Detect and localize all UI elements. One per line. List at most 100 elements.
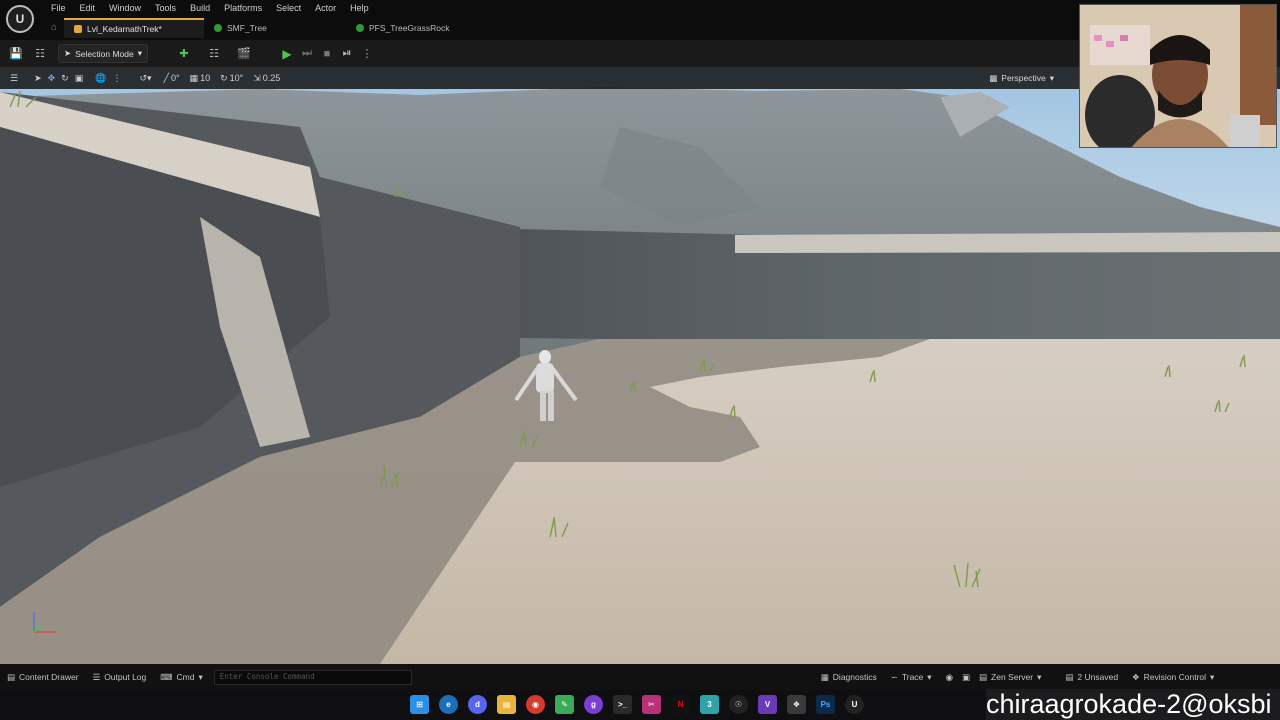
scale-snap[interactable]: ⇲ 0.25 [253, 73, 280, 84]
server-icon: ▤ [979, 671, 988, 682]
chevron-down-icon: ▾ [198, 671, 203, 682]
grid-snap[interactable]: ▦ 10 [190, 73, 211, 84]
tab-label: PFS_TreeGrassRock [369, 22, 450, 33]
revision-control-icon: ❖ [1132, 671, 1140, 682]
menu-help[interactable]: Help [343, 2, 376, 14]
windows-start-icon[interactable]: ⊞ [410, 695, 429, 714]
angle-snap[interactable]: ↻ 10° [220, 73, 243, 84]
chevron-down-icon: ▾ [137, 48, 142, 58]
scale-snap-icon: ⇲ [253, 72, 261, 83]
chevron-down-icon: ▾ [1037, 671, 1042, 682]
output-log-button[interactable]: ☰ Output Log [86, 672, 154, 683]
revision-control-label: Revision Control [1143, 672, 1207, 682]
add-actor-icon[interactable]: ✚ [176, 46, 192, 62]
trace-label: Trace [901, 672, 924, 682]
viewport-options-icon[interactable]: ☰ [10, 73, 18, 84]
mode-label: Selection Mode [75, 48, 134, 59]
camera-icon: ▩ [989, 72, 998, 83]
screenshot-icon[interactable]: ▣ [960, 672, 972, 683]
github-icon[interactable]: g [584, 695, 603, 714]
snipping-tool-icon[interactable]: ✂ [642, 695, 661, 714]
rotation-snap-icon: ╱ [163, 72, 169, 83]
console-input[interactable]: Enter Console Command [213, 669, 412, 685]
davinci-icon[interactable]: ❖ [787, 695, 806, 714]
tab-pfs-treegrassrock[interactable]: PFS_TreeGrassRock [346, 18, 516, 38]
rotate-tool-icon[interactable]: ↻ [61, 73, 69, 84]
selection-mode-dropdown[interactable]: ➤ Selection Mode ▾ [58, 44, 148, 63]
tab-smf-tree[interactable]: SMF_Tree [204, 18, 346, 38]
perspective-dropdown[interactable]: ▩ Perspective ▾ [983, 70, 1060, 86]
translate-tool-icon[interactable]: ✥ [48, 73, 56, 84]
file-explorer-icon[interactable]: ▤ [497, 695, 516, 714]
visual-studio-icon[interactable]: V [758, 695, 777, 714]
watermark-text: chiraagrokade-2@oksbi [986, 689, 1280, 720]
discord-icon[interactable]: d [468, 695, 487, 714]
tab-level[interactable]: Lvl_KedarnathTrek* [64, 17, 204, 38]
menu-build[interactable]: Build [183, 2, 217, 14]
obs-icon[interactable]: ☉ [729, 695, 748, 714]
diagnostics-label: Diagnostics [832, 672, 877, 682]
foliage-icon [356, 23, 364, 32]
menu-file[interactable]: File [44, 2, 73, 14]
rotation-snap[interactable]: ╱ 0° [164, 73, 180, 84]
foliage-icon [214, 23, 222, 32]
photoshop-icon[interactable]: Ps [816, 695, 835, 714]
document-tabs: ⌂ Lvl_KedarnathTrek* SMF_Tree PFS_TreeGr… [44, 17, 516, 38]
menu-edit[interactable]: Edit [73, 2, 103, 14]
zen-server-dropdown[interactable]: ▤ Zen Server ▾ [972, 672, 1048, 683]
zen-server-label: Zen Server [991, 672, 1034, 682]
menu-tools[interactable]: Tools [148, 2, 183, 14]
terminal-icon[interactable]: >_ [613, 695, 632, 714]
diagnostics-button[interactable]: ▦ Diagnostics [814, 672, 884, 683]
more-options-icon[interactable]: ⋮ [360, 47, 374, 60]
content-drawer-label: Content Drawer [19, 672, 79, 682]
unsaved-label: 2 Unsaved [1077, 672, 1119, 682]
play-icon[interactable]: ▶ [280, 47, 294, 61]
cinematics-icon[interactable]: 🎬 [236, 46, 252, 62]
output-log-label: Output Log [104, 672, 147, 682]
menu-bar: File Edit Window Tools Build Platforms S… [44, 2, 376, 14]
level-icon [74, 24, 82, 33]
notepad-icon[interactable]: ✎ [555, 695, 574, 714]
log-icon: ☰ [92, 671, 101, 682]
trace-icon: ∽ [890, 671, 898, 682]
unreal-engine-icon[interactable]: U [845, 695, 864, 714]
menu-select[interactable]: Select [269, 2, 308, 14]
cmd-label: Cmd [176, 672, 195, 682]
unreal-logo-icon[interactable]: U [6, 5, 34, 33]
chrome-icon[interactable]: ◉ [526, 695, 545, 714]
blueprint-icon[interactable]: ☷ [206, 46, 222, 62]
scale-snap-value: 0.25 [262, 73, 281, 83]
content-drawer-button[interactable]: ▤ Content Drawer [0, 672, 86, 683]
menu-window[interactable]: Window [102, 2, 148, 14]
scale-tool-icon[interactable]: ▣ [75, 73, 84, 84]
surface-snap-icon[interactable]: ↺▾ [139, 73, 151, 84]
record-icon[interactable]: ◉ [939, 672, 960, 683]
step-icon[interactable]: ⏭ [300, 47, 314, 60]
cmd-dropdown[interactable]: ⌨ Cmd ▾ [153, 672, 210, 683]
level-viewport[interactable]: ☰ ➤ ✥ ↻ ▣ 🌐 ⋮ ↺▾ ╱ 0° ▦ 10 ↻ 10° ⇲ 0.25 … [0, 67, 1280, 664]
menu-actor[interactable]: Actor [308, 2, 343, 14]
select-tool-icon[interactable]: ➤ [34, 73, 42, 84]
save-icon[interactable]: 💾 [8, 46, 24, 62]
home-icon[interactable]: ⌂ [44, 22, 64, 33]
diagnostics-icon: ▦ [820, 671, 829, 682]
edge-icon[interactable]: e [439, 695, 458, 714]
revision-control-dropdown[interactable]: ❖ Revision Control ▾ [1125, 672, 1221, 683]
netflix-icon[interactable]: N [671, 695, 690, 714]
grid-snap-icon: ▦ [189, 72, 199, 83]
launch-icon[interactable]: ⏯ [340, 47, 354, 60]
status-bar: ▤ Content Drawer ☰ Output Log ⌨ Cmd ▾ En… [0, 664, 1280, 690]
stop-icon[interactable]: ■ [320, 48, 334, 60]
scene-render [0, 67, 1280, 664]
unsaved-button[interactable]: ▤ 2 Unsaved [1058, 672, 1125, 683]
calendar-icon[interactable]: 3 [700, 695, 719, 714]
menu-platforms[interactable]: Platforms [217, 2, 269, 14]
chevron-down-icon: ▾ [927, 671, 932, 682]
angle-snap-icon: ↻ [220, 72, 228, 83]
trace-dropdown[interactable]: ∽ Trace ▾ [884, 672, 939, 683]
source-control-icon[interactable]: ☷ [32, 46, 48, 62]
world-space-icon[interactable]: 🌐 [95, 73, 106, 84]
webcam-overlay [1079, 4, 1277, 148]
more-options-icon[interactable]: ⋮ [112, 73, 121, 84]
